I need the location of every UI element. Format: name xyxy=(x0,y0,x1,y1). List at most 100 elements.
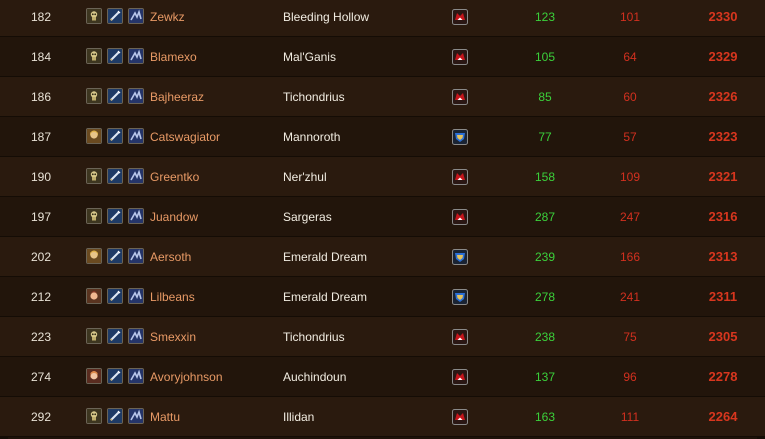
class-icon[interactable] xyxy=(107,288,123,304)
table-row: 212 Lilbeans Emerald Dream 278 241 2311 xyxy=(0,277,765,317)
human-icon[interactable] xyxy=(86,248,102,264)
class-icon[interactable] xyxy=(107,248,123,264)
losses-count: 109 xyxy=(619,170,641,184)
rating-value: 2330 xyxy=(708,9,738,24)
losses-count: 111 xyxy=(620,410,640,424)
horde-faction-icon xyxy=(452,169,468,185)
rank-cell: 292 xyxy=(30,410,52,424)
player-name-link[interactable]: Avoryjohnson xyxy=(150,357,270,397)
rating-value: 2329 xyxy=(708,49,738,64)
class-icon[interactable] xyxy=(107,128,123,144)
horde-faction-icon xyxy=(452,409,468,425)
icon-group xyxy=(86,397,148,437)
undead-icon[interactable] xyxy=(86,88,102,104)
wins-count: 105 xyxy=(534,50,556,64)
player-name-link[interactable]: Bajheeraz xyxy=(150,77,270,117)
icon-group xyxy=(86,237,148,277)
spec-icon[interactable] xyxy=(128,288,144,304)
realm-name: Emerald Dream xyxy=(283,290,368,304)
spec-icon[interactable] xyxy=(128,248,144,264)
table-row: 202 Aersoth Emerald Dream 239 166 2313 xyxy=(0,237,765,277)
player-name-link[interactable]: Catswagiator xyxy=(150,117,270,157)
realm-name: Tichondrius xyxy=(283,90,345,104)
class-icon[interactable] xyxy=(107,48,123,64)
rank-cell: 274 xyxy=(30,370,52,384)
rating-value: 2264 xyxy=(708,409,738,424)
player-name-link[interactable]: Zewkz xyxy=(150,0,270,37)
class-icon[interactable] xyxy=(107,368,123,384)
player-name-link[interactable]: Aersoth xyxy=(150,237,270,277)
realm-name: Ner'zhul xyxy=(283,170,327,184)
spec-icon[interactable] xyxy=(128,128,144,144)
human-icon[interactable] xyxy=(86,128,102,144)
class-icon[interactable] xyxy=(107,208,123,224)
horde-faction-icon xyxy=(452,369,468,385)
class-icon[interactable] xyxy=(107,328,123,344)
leaderboard-table: 182 Zewkz Bleeding Hollow 123 101 2330 1… xyxy=(0,0,765,439)
icon-group xyxy=(86,357,148,397)
undead-icon[interactable] xyxy=(86,328,102,344)
gnome-icon[interactable] xyxy=(86,288,102,304)
player-name-link[interactable]: Smexxin xyxy=(150,317,270,357)
alliance-faction-icon xyxy=(452,129,468,145)
class-icon[interactable] xyxy=(107,168,123,184)
wins-count: 278 xyxy=(534,290,556,304)
spec-icon[interactable] xyxy=(128,208,144,224)
realm-name: Emerald Dream xyxy=(283,250,368,264)
undead-icon[interactable] xyxy=(86,208,102,224)
blood-elf-icon[interactable] xyxy=(86,368,102,384)
player-name-link[interactable]: Lilbeans xyxy=(150,277,270,317)
row-divider xyxy=(0,436,765,437)
rank-cell: 184 xyxy=(30,50,52,64)
horde-faction-icon xyxy=(452,49,468,65)
wins-count: 77 xyxy=(538,130,552,144)
wins-count: 238 xyxy=(534,330,556,344)
alliance-faction-icon xyxy=(452,289,468,305)
rating-value: 2278 xyxy=(708,369,738,384)
spec-icon[interactable] xyxy=(128,8,144,24)
class-icon[interactable] xyxy=(107,88,123,104)
icon-group xyxy=(86,0,148,37)
undead-icon[interactable] xyxy=(86,168,102,184)
icon-group xyxy=(86,77,148,117)
spec-icon[interactable] xyxy=(128,168,144,184)
rank-cell: 212 xyxy=(30,290,52,304)
rank-cell: 182 xyxy=(30,10,52,24)
class-icon[interactable] xyxy=(107,408,123,424)
player-name-link[interactable]: Blamexo xyxy=(150,37,270,77)
undead-icon[interactable] xyxy=(86,8,102,24)
wins-count: 123 xyxy=(534,10,556,24)
spec-icon[interactable] xyxy=(128,368,144,384)
realm-name: Illidan xyxy=(283,410,315,424)
undead-icon[interactable] xyxy=(86,408,102,424)
spec-icon[interactable] xyxy=(128,88,144,104)
losses-count: 166 xyxy=(619,250,641,264)
rank-cell: 187 xyxy=(30,130,52,144)
rating-value: 2326 xyxy=(708,89,738,104)
losses-count: 101 xyxy=(619,10,641,24)
spec-icon[interactable] xyxy=(128,328,144,344)
table-row: 182 Zewkz Bleeding Hollow 123 101 2330 xyxy=(0,0,765,37)
spec-icon[interactable] xyxy=(128,48,144,64)
icon-group xyxy=(86,197,148,237)
horde-faction-icon xyxy=(452,89,468,105)
class-icon[interactable] xyxy=(107,8,123,24)
rating-value: 2305 xyxy=(708,329,738,344)
wins-count: 158 xyxy=(534,170,556,184)
icon-group xyxy=(86,277,148,317)
horde-faction-icon xyxy=(452,9,468,25)
player-name-link[interactable]: Greentko xyxy=(150,157,270,197)
spec-icon[interactable] xyxy=(128,408,144,424)
player-name-link[interactable]: Mattu xyxy=(150,397,270,437)
realm-name: Sargeras xyxy=(283,210,332,224)
undead-icon[interactable] xyxy=(86,48,102,64)
losses-count: 57 xyxy=(623,130,637,144)
losses-count: 96 xyxy=(623,370,637,384)
losses-count: 247 xyxy=(619,210,641,224)
losses-count: 60 xyxy=(623,90,637,104)
player-name-link[interactable]: Juandow xyxy=(150,197,270,237)
table-row: 292 Mattu Illidan 163 111 2264 xyxy=(0,397,765,437)
table-row: 197 Juandow Sargeras 287 247 2316 xyxy=(0,197,765,237)
table-row: 187 Catswagiator Mannoroth 77 57 2323 xyxy=(0,117,765,157)
table-row: 190 Greentko Ner'zhul 158 109 2321 xyxy=(0,157,765,197)
